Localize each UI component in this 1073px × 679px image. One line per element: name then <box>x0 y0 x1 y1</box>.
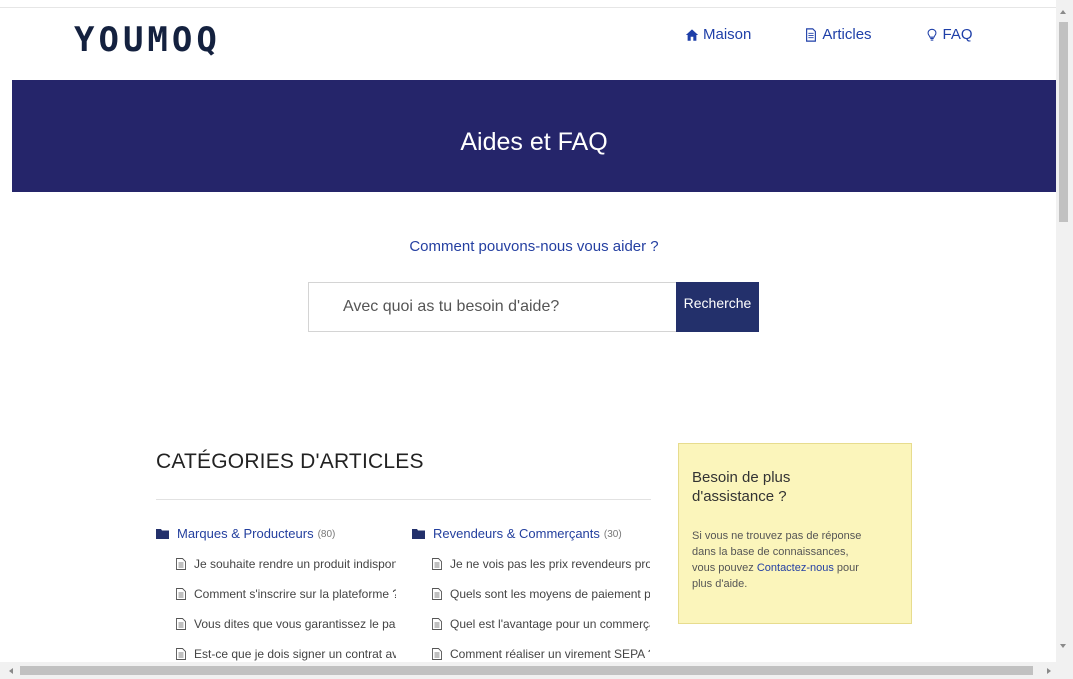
article-link[interactable]: Je souhaite rendre un produit indisponib… <box>176 556 396 572</box>
folder-icon <box>412 528 425 539</box>
assistance-box: Besoin de plus d'assistance ? Si vous ne… <box>678 443 912 624</box>
top-border <box>0 0 1056 8</box>
horizontal-scrollbar[interactable] <box>0 662 1073 679</box>
document-icon <box>432 558 442 570</box>
help-question: Comment pouvons-nous vous aider ? <box>409 238 659 255</box>
article-title: Quels sont les moyens de paiement propos… <box>450 587 650 601</box>
document-icon <box>432 618 442 630</box>
divider <box>156 499 651 500</box>
category-name: Revendeurs & Commerçants <box>433 525 600 541</box>
document-icon <box>176 618 186 630</box>
contact-link[interactable]: Contactez-nous <box>757 562 834 574</box>
assistance-title: Besoin de plus d'assistance ? <box>692 469 791 505</box>
article-link[interactable]: Est-ce que je dois signer un contrat ave… <box>176 646 396 662</box>
nav-label-faq: FAQ <box>942 26 973 43</box>
category-count: (80) <box>317 528 336 540</box>
scroll-left-icon[interactable] <box>9 668 13 674</box>
article-list: Je ne vois pas les prix revendeurs propo… <box>412 556 652 662</box>
scrollbar-thumb[interactable] <box>1059 22 1068 222</box>
folder-icon <box>156 528 169 539</box>
nav-label-articles: Articles <box>822 26 872 43</box>
article-title: Comment s'inscrire sur la plateforme ? <box>194 587 396 601</box>
main-nav: Maison Articles FAQ <box>684 26 1025 43</box>
document-icon <box>803 27 819 43</box>
nav-label-maison: Maison <box>703 26 752 43</box>
category-marques-producteurs: Marques & Producteurs (80) Je souhaite r… <box>156 525 396 676</box>
document-icon <box>176 648 186 660</box>
nav-item-faq[interactable]: FAQ <box>924 26 973 43</box>
search-input[interactable] <box>308 282 676 332</box>
category-header[interactable]: Revendeurs & Commerçants (30) <box>412 525 652 541</box>
hero-banner: Aides et FAQ <box>12 80 1056 192</box>
home-icon <box>684 27 700 43</box>
article-link[interactable]: Quel est l'avantage pour un commerçant d… <box>432 616 650 632</box>
lightbulb-icon <box>924 27 940 43</box>
scrollbar-thumb[interactable] <box>20 666 1033 675</box>
scroll-right-icon[interactable] <box>1047 668 1051 674</box>
document-icon <box>176 558 186 570</box>
site-header: YOUMOQ Maison Articles FAQ <box>0 9 1056 80</box>
page-title: Aides et FAQ <box>460 128 608 156</box>
vertical-scrollbar[interactable] <box>1056 0 1073 662</box>
document-icon <box>432 588 442 600</box>
article-title: Je ne vois pas les prix revendeurs propo… <box>450 557 650 571</box>
article-title: Quel est l'avantage pour un commerçant d… <box>450 617 650 631</box>
article-link[interactable]: Vous dites que vous garantissez le paiem… <box>176 616 396 632</box>
category-header[interactable]: Marques & Producteurs (80) <box>156 525 396 541</box>
article-link[interactable]: Comment réaliser un virement SEPA ? <box>432 646 650 662</box>
article-title: Est-ce que je dois signer un contrat ave… <box>194 647 396 661</box>
category-count: (30) <box>603 528 622 540</box>
article-title: Je souhaite rendre un produit indisponib… <box>194 557 396 571</box>
site-logo[interactable]: YOUMOQ <box>74 20 221 60</box>
nav-item-maison[interactable]: Maison <box>684 26 751 43</box>
article-title: Vous dites que vous garantissez le paiem… <box>194 617 396 631</box>
document-icon <box>176 588 186 600</box>
assistance-text: Si vous ne trouvez pas de réponse dans l… <box>692 528 862 592</box>
article-link[interactable]: Quels sont les moyens de paiement propos… <box>432 586 650 602</box>
category-revendeurs-commercants: Revendeurs & Commerçants (30) Je ne vois… <box>412 525 652 676</box>
article-title: Comment réaliser un virement SEPA ? <box>450 647 650 661</box>
nav-item-articles[interactable]: Articles <box>803 26 872 43</box>
scroll-up-icon[interactable] <box>1060 10 1066 14</box>
category-name: Marques & Producteurs <box>177 525 314 541</box>
article-list: Je souhaite rendre un produit indisponib… <box>156 556 396 662</box>
categories-title: CATÉGORIES D'ARTICLES <box>156 450 424 473</box>
document-icon <box>432 648 442 660</box>
search-button[interactable]: Recherche <box>676 282 759 332</box>
scroll-down-icon[interactable] <box>1060 644 1066 648</box>
article-link[interactable]: Je ne vois pas les prix revendeurs propo… <box>432 556 650 572</box>
article-link[interactable]: Comment s'inscrire sur la plateforme ? <box>176 586 396 602</box>
search-form: Recherche <box>308 282 759 332</box>
